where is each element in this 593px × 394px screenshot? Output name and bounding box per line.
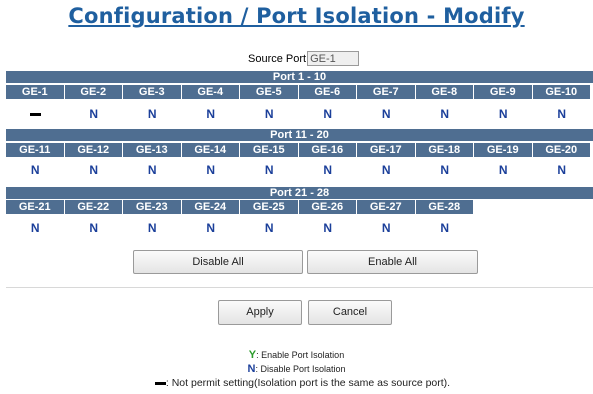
group-header-1: Port 1 - 10 <box>6 71 593 83</box>
port-isolation-toggle[interactable]: N <box>123 107 182 122</box>
port-isolation-toggle[interactable]: N <box>299 163 358 178</box>
port-label: GE-27 <box>357 200 416 214</box>
port-label: GE-11 <box>6 143 65 157</box>
dash-icon <box>29 113 41 117</box>
source-port-row: Source Port <box>248 51 360 66</box>
port-label: GE-13 <box>123 143 182 157</box>
port-label: GE-24 <box>181 200 240 214</box>
port-isolation-toggle[interactable]: N <box>240 107 299 122</box>
page-title: Configuration / Port Isolation - Modify <box>68 4 525 28</box>
port-isolation-toggle[interactable]: N <box>65 107 124 122</box>
port-label: GE-21 <box>6 200 65 214</box>
legend-dash-text: : Not permit setting(Isolation port is t… <box>165 377 451 389</box>
port-isolation-toggle[interactable]: N <box>416 221 475 236</box>
port-label: GE-26 <box>298 200 357 214</box>
port-isolation-toggle[interactable]: N <box>474 107 533 122</box>
port-label: GE-16 <box>298 143 357 157</box>
port-value-row-1: NNNNNNNNN <box>6 107 591 122</box>
port-isolation-toggle[interactable]: N <box>474 163 533 178</box>
port-label: GE-4 <box>181 85 240 99</box>
legend-y-text: : Enable Port Isolation <box>256 350 345 360</box>
source-port-label: Source Port <box>248 52 307 65</box>
port-isolation-toggle[interactable]: N <box>240 163 299 178</box>
group-header-2: Port 11 - 20 <box>6 129 593 141</box>
legend-disable: N: Disable Port Isolation <box>0 363 593 375</box>
port-label: GE-17 <box>357 143 416 157</box>
port-label: GE-14 <box>181 143 240 157</box>
port-label: GE-22 <box>64 200 123 214</box>
apply-button[interactable]: Apply <box>218 300 302 325</box>
port-isolation-toggle[interactable]: N <box>65 163 124 178</box>
port-isolation-toggle[interactable]: N <box>123 163 182 178</box>
port-not-permit-value <box>6 107 65 122</box>
divider <box>6 287 593 288</box>
group-header-3: Port 21 - 28 <box>6 187 593 199</box>
port-label: GE-8 <box>415 85 474 99</box>
port-isolation-toggle[interactable]: N <box>357 163 416 178</box>
port-isolation-toggle[interactable]: N <box>299 221 358 236</box>
port-isolation-toggle[interactable]: N <box>240 221 299 236</box>
port-isolation-toggle[interactable]: N <box>6 221 65 236</box>
port-isolation-toggle[interactable]: N <box>357 107 416 122</box>
port-label: GE-3 <box>123 85 182 99</box>
port-label: GE-23 <box>123 200 182 214</box>
source-port-field[interactable] <box>307 51 360 66</box>
port-isolation-toggle[interactable]: N <box>182 221 241 236</box>
legend-n-text: : Disable Port Isolation <box>255 364 346 374</box>
port-label: GE-19 <box>474 143 533 157</box>
port-label: GE-7 <box>357 85 416 99</box>
port-isolation-toggle[interactable]: N <box>357 221 416 236</box>
port-isolation-toggle[interactable]: N <box>6 163 65 178</box>
port-label: GE-25 <box>240 200 299 214</box>
port-label: GE-2 <box>64 85 123 99</box>
port-isolation-toggle[interactable]: N <box>182 107 241 122</box>
port-isolation-toggle[interactable]: N <box>533 163 592 178</box>
port-label: GE-28 <box>415 200 474 214</box>
port-header-row-2: GE-11 GE-12 GE-13 GE-14 GE-15 GE-16 GE-17 GE-18… <box>6 143 591 157</box>
port-label: GE-18 <box>415 143 474 157</box>
port-label: GE-5 <box>240 85 299 99</box>
port-label: GE-10 <box>532 85 591 99</box>
port-isolation-toggle[interactable]: N <box>533 107 592 122</box>
port-label: GE-1 <box>6 85 65 99</box>
port-value-row-3: NNNNNNNN <box>6 221 474 236</box>
disable-all-button[interactable]: Disable All <box>133 250 303 274</box>
port-label: GE-15 <box>240 143 299 157</box>
port-label: GE-12 <box>64 143 123 157</box>
dash-icon <box>154 381 166 385</box>
port-isolation-toggle[interactable]: N <box>299 107 358 122</box>
enable-all-button[interactable]: Enable All <box>307 250 478 274</box>
port-isolation-toggle[interactable]: N <box>182 163 241 178</box>
port-label: GE-20 <box>532 143 591 157</box>
port-isolation-toggle[interactable]: N <box>416 107 475 122</box>
port-isolation-toggle[interactable]: N <box>416 163 475 178</box>
port-label: GE-9 <box>474 85 533 99</box>
port-header-row-3: GE-21 GE-22 GE-23 GE-24 GE-25 GE-26 GE-27 GE-28 <box>6 200 474 214</box>
legend-not-permit: : Not permit setting(Isolation port is t… <box>0 377 593 389</box>
port-isolation-toggle[interactable]: N <box>123 221 182 236</box>
port-isolation-toggle[interactable]: N <box>65 221 124 236</box>
cancel-button[interactable]: Cancel <box>308 300 392 325</box>
legend-enable: Y: Enable Port Isolation <box>0 349 593 361</box>
port-value-row-2: NNNNNNNNNN <box>6 163 591 178</box>
port-header-row-1: GE-1 GE-2 GE-3 GE-4 GE-5 GE-6 GE-7 GE-8 GE-9 GE-1… <box>6 85 591 99</box>
port-label: GE-6 <box>298 85 357 99</box>
